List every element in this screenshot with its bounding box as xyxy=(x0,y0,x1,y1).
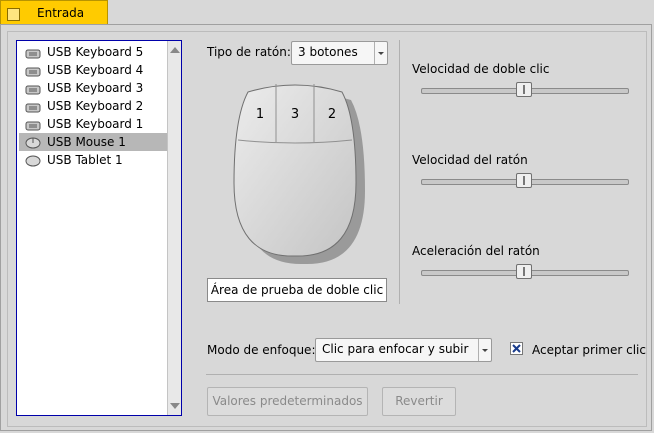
mouse-speed-label: Velocidad del ratón xyxy=(412,153,528,167)
mouse-type-value: 3 botones xyxy=(298,45,358,59)
focus-mode-select[interactable]: Clic para enfocar y subir xyxy=(315,338,492,362)
mouse-speed-slider[interactable] xyxy=(421,173,629,189)
mouse-button-3: 3 xyxy=(291,107,299,122)
horizontal-divider xyxy=(206,374,638,375)
slider-knob[interactable] xyxy=(516,82,532,97)
mouse-type-label: Tipo de ratón: xyxy=(207,45,291,59)
device-list-item[interactable]: USB Keyboard 2 xyxy=(19,97,181,115)
mouse-illustration: 1 3 2 xyxy=(233,84,365,265)
mouse-type-select[interactable]: 3 botones xyxy=(291,41,388,65)
device-list-item[interactable]: USB Tablet 1 xyxy=(19,151,181,169)
device-list-item[interactable]: USB Keyboard 5 xyxy=(19,43,181,61)
check-mark-icon xyxy=(512,344,521,353)
device-list-item-label: USB Keyboard 2 xyxy=(47,99,144,113)
keyboard-icon xyxy=(25,64,41,77)
defaults-button[interactable]: Valores predeterminados xyxy=(207,387,368,416)
scroll-up-arrow-icon[interactable] xyxy=(170,47,180,53)
keyboard-icon xyxy=(25,118,41,131)
device-list-item-label: USB Keyboard 5 xyxy=(47,45,144,59)
keyboard-icon xyxy=(25,46,41,59)
device-list-item[interactable]: USB Keyboard 3 xyxy=(19,79,181,97)
double-click-speed-slider[interactable] xyxy=(421,82,629,98)
device-list-item-label: USB Keyboard 4 xyxy=(47,63,144,77)
device-list-item-label: USB Keyboard 1 xyxy=(47,117,144,131)
device-list-scrollbar[interactable] xyxy=(167,41,181,415)
double-click-speed-label: Velocidad de doble clic xyxy=(412,62,550,76)
device-list-item[interactable]: USB Mouse 1 xyxy=(19,133,181,151)
revert-button[interactable]: Revertir xyxy=(382,387,456,416)
slider-knob[interactable] xyxy=(516,173,532,188)
device-list-item-label: USB Mouse 1 xyxy=(47,135,126,149)
device-list-item[interactable]: USB Keyboard 1 xyxy=(19,115,181,133)
tab-label: Entrada xyxy=(37,6,85,20)
tab-box-icon xyxy=(7,8,20,21)
slider-knob[interactable] xyxy=(516,264,532,279)
tablet-icon xyxy=(25,154,41,167)
accept-first-click-checkbox[interactable] xyxy=(510,342,523,355)
mouse-acceleration-slider[interactable] xyxy=(421,264,629,280)
keyboard-icon xyxy=(25,82,41,95)
focus-mode-label: Modo de enfoque: xyxy=(207,343,316,357)
focus-mode-value: Clic para enfocar y subir xyxy=(322,342,469,356)
chevron-down-icon xyxy=(478,339,491,361)
scroll-down-arrow-icon[interactable] xyxy=(170,403,180,409)
chevron-down-icon xyxy=(374,42,387,64)
mouse-acceleration-label: Aceleración del ratón xyxy=(412,244,540,258)
mouse-icon xyxy=(25,136,41,149)
double-click-test-area[interactable]: Área de prueba de doble clic xyxy=(207,278,387,302)
vertical-divider xyxy=(399,40,400,304)
mouse-button-1: 1 xyxy=(256,107,264,122)
device-list[interactable]: USB Keyboard 5 USB Keyboard 4 USB Keyboard… xyxy=(16,40,182,416)
device-list-item[interactable]: USB Keyboard 4 xyxy=(19,61,181,79)
keyboard-icon xyxy=(25,100,41,113)
tab-entrada[interactable]: Entrada xyxy=(0,0,108,25)
accept-first-click-label: Aceptar primer clic xyxy=(532,343,646,357)
device-list-item-label: USB Keyboard 3 xyxy=(47,81,144,95)
device-list-item-label: USB Tablet 1 xyxy=(47,153,123,167)
mouse-button-2: 2 xyxy=(328,107,336,122)
